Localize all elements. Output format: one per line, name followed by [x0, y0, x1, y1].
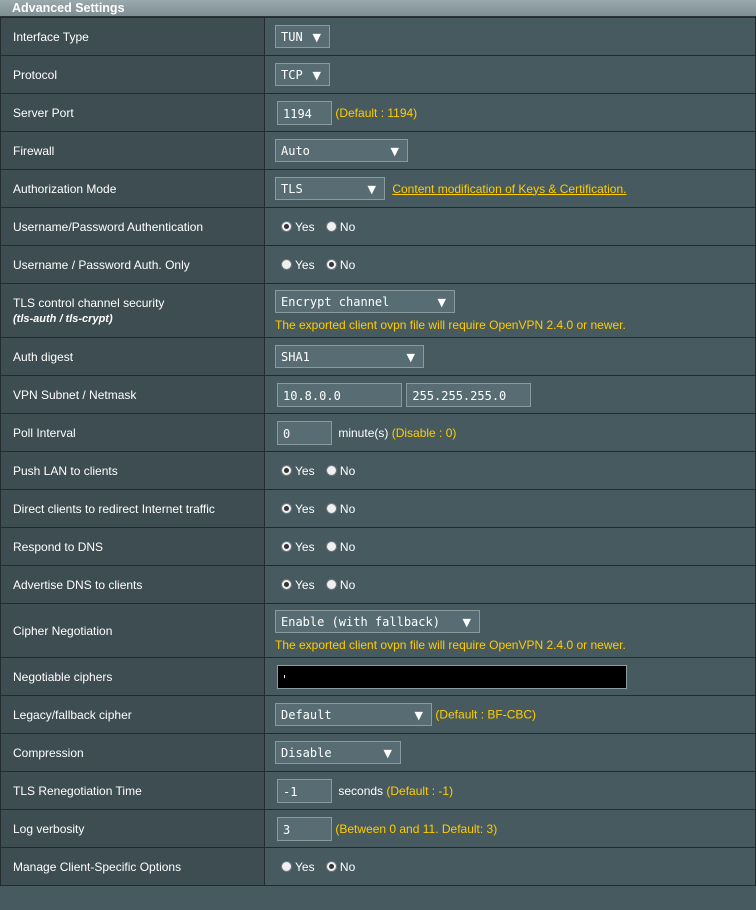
dropdown-arrow-icon: ▼ — [390, 145, 399, 158]
tls-control-select[interactable]: Encrypt channel ▼ — [275, 289, 455, 313]
row-auth-digest: Auth digest SHA1 ▼ — [0, 337, 756, 376]
row-userpass-only: Username / Password Auth. Only Yes No — [0, 245, 756, 284]
openvpn-version-warning: The exported client ovpn file will requi… — [275, 637, 626, 652]
radio-no[interactable] — [325, 503, 337, 515]
radio-yes[interactable] — [281, 259, 292, 271]
row-label: VPN Subnet / Netmask — [0, 375, 265, 414]
dropdown-arrow-icon: ▼ — [312, 69, 321, 82]
row-legacy-cipher: Legacy/fallback cipher Default ▼ (Defaul… — [0, 695, 756, 734]
row-cipher-negotiation: Cipher Negotiation Enable (with fallback… — [0, 603, 756, 658]
radio-yes[interactable] — [281, 541, 292, 553]
row-label: Interface Type — [0, 17, 265, 56]
row-advertise-dns: Advertise DNS to clients Yes No — [0, 565, 756, 604]
dropdown-arrow-icon: ▼ — [367, 183, 376, 196]
row-label: Compression — [0, 733, 265, 772]
keys-certification-link[interactable]: Content modification of Keys & Certifica… — [392, 182, 626, 196]
row-label: Poll Interval — [0, 413, 265, 452]
row-log-verbosity: Log verbosity 3 (Between 0 and 11. Defau… — [0, 809, 756, 848]
row-label: Protocol — [0, 55, 265, 94]
radio-no[interactable] — [325, 221, 337, 233]
dropdown-arrow-icon: ▼ — [312, 31, 321, 44]
row-negotiable-ciphers: Negotiable ciphers — [0, 657, 756, 696]
row-label: Log verbosity — [0, 809, 265, 848]
radio-no[interactable] — [325, 465, 337, 477]
row-label: Respond to DNS — [0, 527, 265, 566]
row-protocol: Protocol TCP ▼ — [0, 55, 756, 94]
row-firewall: Firewall Auto ▼ — [0, 131, 756, 170]
netmask-input[interactable]: 255.255.255.0 — [406, 382, 532, 407]
row-label: Auth digest — [0, 337, 265, 376]
radio-yes[interactable] — [281, 465, 292, 477]
row-poll-interval: Poll Interval 0 minute(s) (Disable : 0) — [0, 413, 756, 452]
radio-yes[interactable] — [281, 861, 292, 873]
protocol-select[interactable]: TCP ▼ — [275, 63, 330, 86]
dropdown-arrow-icon: ▼ — [406, 351, 415, 364]
row-label: Legacy/fallback cipher — [0, 695, 265, 734]
negotiable-ciphers-input[interactable] — [277, 664, 627, 689]
row-label: Cipher Negotiation — [0, 603, 265, 658]
default-note: (Default : 1194) — [335, 105, 418, 120]
row-respond-dns: Respond to DNS Yes No — [0, 527, 756, 566]
default-note: (Default : BF-CBC) — [435, 707, 537, 722]
row-label: Advertise DNS to clients — [0, 565, 265, 604]
dropdown-arrow-icon: ▼ — [383, 747, 392, 760]
text-cursor — [284, 674, 285, 678]
row-redirect-internet: Direct clients to redirect Internet traf… — [0, 489, 756, 528]
default-note: (Default : -1) — [386, 783, 454, 798]
compression-select[interactable]: Disable ▼ — [275, 741, 401, 764]
radio-yes[interactable] — [281, 579, 292, 591]
cipher-negotiation-select[interactable]: Enable (with fallback) ▼ — [275, 609, 480, 633]
row-label: TLS Renegotiation Time — [0, 771, 265, 810]
subnet-input[interactable]: 10.8.0.0 — [277, 382, 402, 407]
row-server-port: Server Port 1194 (Default : 1194) — [0, 93, 756, 132]
row-label: Negotiable ciphers — [0, 657, 265, 696]
radio-no[interactable] — [325, 541, 337, 553]
row-label: Username/Password Authentication — [0, 207, 265, 246]
openvpn-version-warning: The exported client ovpn file will requi… — [275, 317, 626, 332]
row-userpass-auth: Username/Password Authentication Yes No — [0, 207, 756, 246]
row-label: TLS control channel security — [13, 296, 165, 310]
radio-no[interactable] — [325, 259, 337, 271]
settings-table: Interface Type TUN ▼ Protocol TCP ▼ Serv… — [0, 17, 756, 886]
row-client-specific: Manage Client-Specific Options Yes No — [0, 847, 756, 886]
row-sublabel: (tls-auth / tls-crypt) — [13, 313, 113, 325]
row-compression: Compression Disable ▼ — [0, 733, 756, 772]
section-header: Advanced Settings — [0, 0, 756, 17]
auth-digest-select[interactable]: SHA1 ▼ — [275, 345, 424, 368]
poll-interval-input[interactable]: 0 — [277, 420, 332, 445]
default-note: (Between 0 and 11. Default: 3) — [335, 821, 498, 836]
radio-yes[interactable] — [281, 221, 292, 233]
radio-no[interactable] — [325, 579, 337, 591]
dropdown-arrow-icon: ▼ — [437, 295, 446, 309]
dropdown-arrow-icon: ▼ — [462, 615, 471, 629]
unit-label: minute(s) — [338, 425, 389, 440]
legacy-cipher-select[interactable]: Default ▼ — [275, 703, 432, 726]
row-tls-reneg: TLS Renegotiation Time -1 seconds (Defau… — [0, 771, 756, 810]
row-label: Username / Password Auth. Only — [0, 245, 265, 284]
row-interface-type: Interface Type TUN ▼ — [0, 17, 756, 56]
row-label: Firewall — [0, 131, 265, 170]
auth-mode-select[interactable]: TLS ▼ — [275, 177, 385, 200]
interface-type-select[interactable]: TUN ▼ — [275, 25, 330, 48]
row-label: Authorization Mode — [0, 169, 265, 208]
row-vpn-subnet: VPN Subnet / Netmask 10.8.0.0 255.255.25… — [0, 375, 756, 414]
firewall-select[interactable]: Auto ▼ — [275, 139, 408, 162]
row-tls-control: TLS control channel security (tls-auth /… — [0, 283, 756, 338]
default-note: (Disable : 0) — [391, 425, 457, 440]
row-label: Push LAN to clients — [0, 451, 265, 490]
tls-reneg-input[interactable]: -1 — [277, 778, 332, 803]
server-port-input[interactable]: 1194 — [277, 100, 332, 125]
radio-no[interactable] — [325, 861, 337, 873]
section-title: Advanced Settings — [12, 1, 125, 15]
radio-yes[interactable] — [281, 503, 292, 515]
unit-label: seconds — [338, 783, 384, 798]
row-label: Direct clients to redirect Internet traf… — [0, 489, 265, 528]
row-push-lan: Push LAN to clients Yes No — [0, 451, 756, 490]
dropdown-arrow-icon: ▼ — [414, 709, 423, 722]
row-auth-mode: Authorization Mode TLS ▼ Content modific… — [0, 169, 756, 208]
row-label: Server Port — [0, 93, 265, 132]
log-verbosity-input[interactable]: 3 — [277, 816, 332, 841]
row-label: Manage Client-Specific Options — [0, 847, 265, 886]
